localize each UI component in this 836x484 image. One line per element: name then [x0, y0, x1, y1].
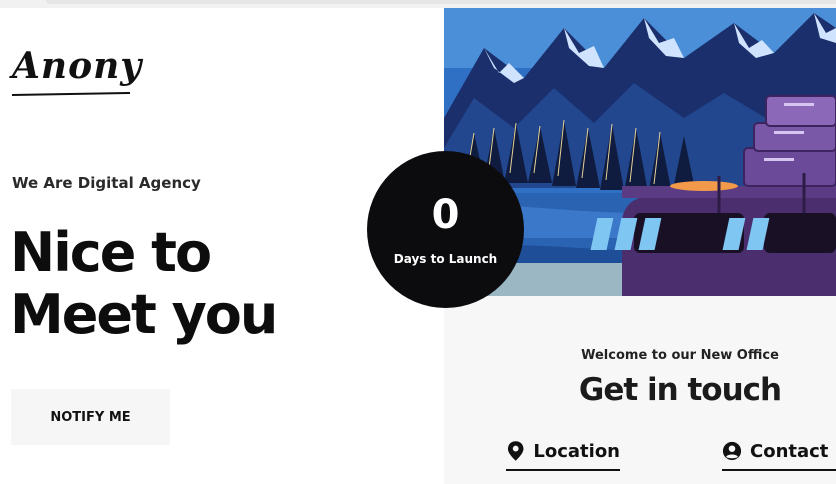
tab-contact-label: Contact [750, 440, 829, 462]
tab-contact[interactable]: Contact [722, 440, 836, 471]
browser-tab-strip [46, 0, 836, 4]
brand-logo[interactable]: Anony [12, 48, 142, 84]
tab-location[interactable]: Location [506, 440, 620, 471]
map-pin-icon [507, 441, 524, 461]
tagline: We Are Digital Agency [12, 174, 201, 192]
countdown-circle: 0 Days to Launch [367, 151, 524, 308]
tab-location-label: Location [533, 440, 620, 462]
hero-headline: Nice to Meet you [10, 221, 278, 346]
get-in-touch-title: Get in touch [578, 372, 782, 408]
countdown-label: Days to Launch [393, 252, 498, 266]
headline-line-1: Nice to [10, 221, 212, 284]
countdown-value: 0 [431, 192, 460, 238]
welcome-text: Welcome to our New Office [581, 348, 779, 363]
headline-line-2: Meet you [10, 283, 278, 346]
user-circle-icon [722, 441, 742, 461]
notify-me-button[interactable]: NOTIFY ME [11, 389, 170, 445]
browser-top-bar [0, 0, 836, 8]
